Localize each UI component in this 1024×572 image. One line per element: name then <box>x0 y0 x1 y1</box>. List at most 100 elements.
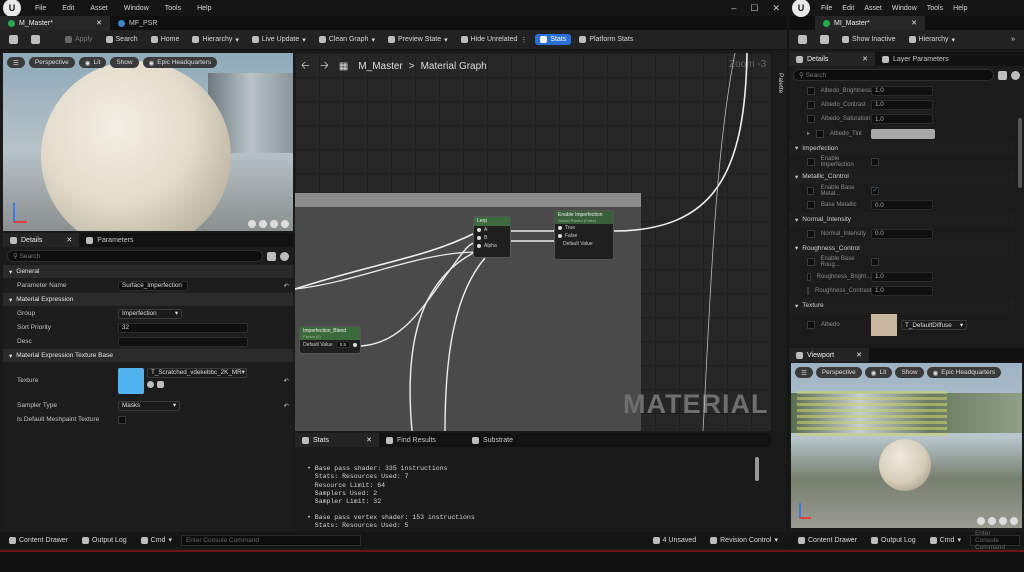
preview-shape-icon[interactable] <box>1010 517 1018 525</box>
browse-button[interactable] <box>815 33 834 46</box>
output-log-button[interactable]: Output Log <box>866 535 921 546</box>
pin-output[interactable] <box>353 342 357 347</box>
section-texture-base[interactable]: ▾ Material Expression Texture Base <box>3 349 293 363</box>
home-button[interactable]: Home <box>146 34 185 45</box>
hierarchy-button[interactable]: Hierarchy ▾ <box>187 34 243 46</box>
albedo-thumbnail[interactable] <box>871 314 897 337</box>
viewport-menu-icon[interactable]: ☰ <box>795 367 813 378</box>
gear-icon[interactable] <box>1011 70 1020 80</box>
menu-help[interactable]: Help <box>197 5 211 12</box>
show-button[interactable]: Show <box>110 57 139 68</box>
enable-base-roughness-checkbox[interactable] <box>871 258 879 267</box>
default-value-field[interactable]: 0.5 <box>335 341 350 348</box>
pin-a[interactable] <box>477 228 481 232</box>
maximize-icon[interactable]: ☐ <box>750 3 758 14</box>
clean-graph-button[interactable]: Clean Graph ▾ <box>314 34 380 46</box>
pin-false[interactable] <box>558 234 562 238</box>
preview-shape-icon[interactable] <box>270 220 278 228</box>
category-texture[interactable]: ▾ Texture <box>789 298 1014 313</box>
sort-priority-field[interactable]: 32 <box>118 322 248 333</box>
tab-details[interactable]: Details ✕ <box>789 52 875 66</box>
category-imperfection[interactable]: ▾ Imperfection <box>789 141 1014 156</box>
enable-imperfection-node[interactable]: Enable Imperfection Switch Param (False)… <box>554 210 614 260</box>
menu-edit[interactable]: Edit <box>842 5 854 12</box>
environment-button[interactable]: ◉ Epic Headquarters <box>142 57 218 68</box>
instance-search-input[interactable]: ⚲ Search <box>793 69 994 81</box>
tab-layer-parameters[interactable]: Layer Parameters <box>875 52 956 66</box>
lerp-node[interactable]: Lerp A B Alpha <box>473 216 511 258</box>
category-normal-intensity[interactable]: ▾ Normal_Intensity <box>789 212 1014 227</box>
preview-viewport[interactable]: ☰ Perspective ◉ Lit Show ◉ Epic Headquarte… <box>3 53 293 231</box>
category-metallic-control[interactable]: ▾ Metallic_Control <box>789 169 1014 185</box>
preview-state-button[interactable]: Preview State ▾ <box>383 34 453 46</box>
preview-shape-icon[interactable] <box>999 517 1007 525</box>
unsaved-button[interactable]: 4 Unsaved <box>648 535 701 546</box>
unreal-logo[interactable]: U <box>792 0 810 17</box>
palette-tab[interactable]: Palette <box>777 73 784 93</box>
texture-thumbnail[interactable] <box>118 367 144 394</box>
scrollbar[interactable] <box>1018 118 1022 188</box>
tab-parameters[interactable]: Parameters <box>79 233 140 247</box>
enable-imperfection-checkbox[interactable] <box>871 158 879 167</box>
gear-icon[interactable] <box>280 251 289 261</box>
live-update-button[interactable]: Live Update ▾ <box>247 34 311 46</box>
stats-button[interactable]: Stats <box>535 34 572 45</box>
tab-stats[interactable]: Stats ✕ <box>295 433 379 447</box>
apply-button[interactable]: Apply <box>60 34 98 45</box>
preview-shape-icon[interactable] <box>977 517 985 525</box>
enable-base-metal-checkbox[interactable]: ✓ <box>871 186 879 195</box>
parameter-name-field[interactable]: Surface_Imperfection <box>118 280 188 291</box>
stats-scrollbar[interactable] <box>755 457 759 481</box>
unreal-logo[interactable]: U <box>3 0 21 17</box>
albedo-tint-swatch[interactable] <box>871 128 935 139</box>
menu-tools[interactable]: Tools <box>927 5 943 12</box>
tab-substrate[interactable]: Substrate <box>465 433 520 447</box>
menu-asset[interactable]: Asset <box>864 5 882 12</box>
cmd-button[interactable]: Cmd ▾ <box>136 534 177 546</box>
pin-true[interactable] <box>558 226 562 230</box>
texture-dropdown[interactable]: T_Scratched_vdekebbc_2K_MR ▾ <box>147 367 247 378</box>
desc-field[interactable] <box>118 336 248 347</box>
hide-unrelated-button[interactable]: Hide Unrelated ⋮ <box>456 34 533 46</box>
imperfection-blend-node[interactable]: Imperfection_Blend Param (0) Default Val… <box>299 326 361 354</box>
close-tab-icon[interactable]: ✕ <box>911 19 917 27</box>
menu-file[interactable]: File <box>821 5 832 12</box>
preview-shape-icon[interactable] <box>988 517 996 525</box>
menu-window[interactable]: Window <box>892 5 917 12</box>
palette-sidebar[interactable]: Palette <box>772 53 787 431</box>
menu-asset[interactable]: Asset <box>90 5 108 12</box>
tab-mf-psr[interactable]: MF_PSR <box>110 16 165 30</box>
tab-details[interactable]: Details ✕ <box>3 233 80 247</box>
tab-find-results[interactable]: Find Results <box>379 433 465 447</box>
hierarchy-button[interactable]: Hierarchy ▾ <box>904 34 960 46</box>
perspective-button[interactable]: Perspective <box>815 367 862 378</box>
search-button[interactable]: Search <box>101 34 143 45</box>
tab-m-master[interactable]: M_Master* ✕ <box>0 16 110 30</box>
reset-icon[interactable]: ↶ <box>284 377 289 385</box>
cmd-button[interactable]: Cmd ▾ <box>925 534 966 546</box>
menu-tools[interactable]: Tools <box>165 5 181 12</box>
save-button[interactable] <box>4 33 23 46</box>
output-log-button[interactable]: Output Log <box>77 535 132 546</box>
is-default-meshpaint-checkbox[interactable] <box>118 415 126 424</box>
close-tab-icon[interactable]: ✕ <box>96 19 102 27</box>
details-search-input[interactable]: ⚲ Search <box>7 250 263 262</box>
category-roughness-control[interactable]: ▾ Roughness_Control <box>789 241 1014 256</box>
preview-shape-icon[interactable] <box>259 220 267 228</box>
content-drawer-button[interactable]: Content Drawer <box>4 535 73 546</box>
browse-folder-icon[interactable] <box>157 380 164 388</box>
menu-edit[interactable]: Edit <box>62 5 74 12</box>
browse-button[interactable] <box>26 33 45 46</box>
use-selected-icon[interactable] <box>147 380 154 388</box>
albedo-dropdown[interactable]: T_DefaultDiffuse ▾ <box>901 320 967 331</box>
grid-view-icon[interactable] <box>267 251 276 261</box>
console-input[interactable]: Enter Console Command <box>180 534 361 546</box>
environment-button[interactable]: ◉ Epic Headquarters <box>926 367 1002 378</box>
pin-b[interactable] <box>477 236 481 240</box>
viewport-menu-icon[interactable]: ☰ <box>7 57 25 68</box>
lit-button[interactable]: ◉ Lit <box>78 57 107 68</box>
reset-icon[interactable]: ↶ <box>284 282 289 290</box>
sampler-type-dropdown[interactable]: Masks ▾ <box>118 400 180 411</box>
section-general[interactable]: ▾ General <box>3 265 293 279</box>
material-graph[interactable]: 🡠 🡢 ▦ M_Master > Material Graph Zoom -3 … <box>295 53 771 431</box>
